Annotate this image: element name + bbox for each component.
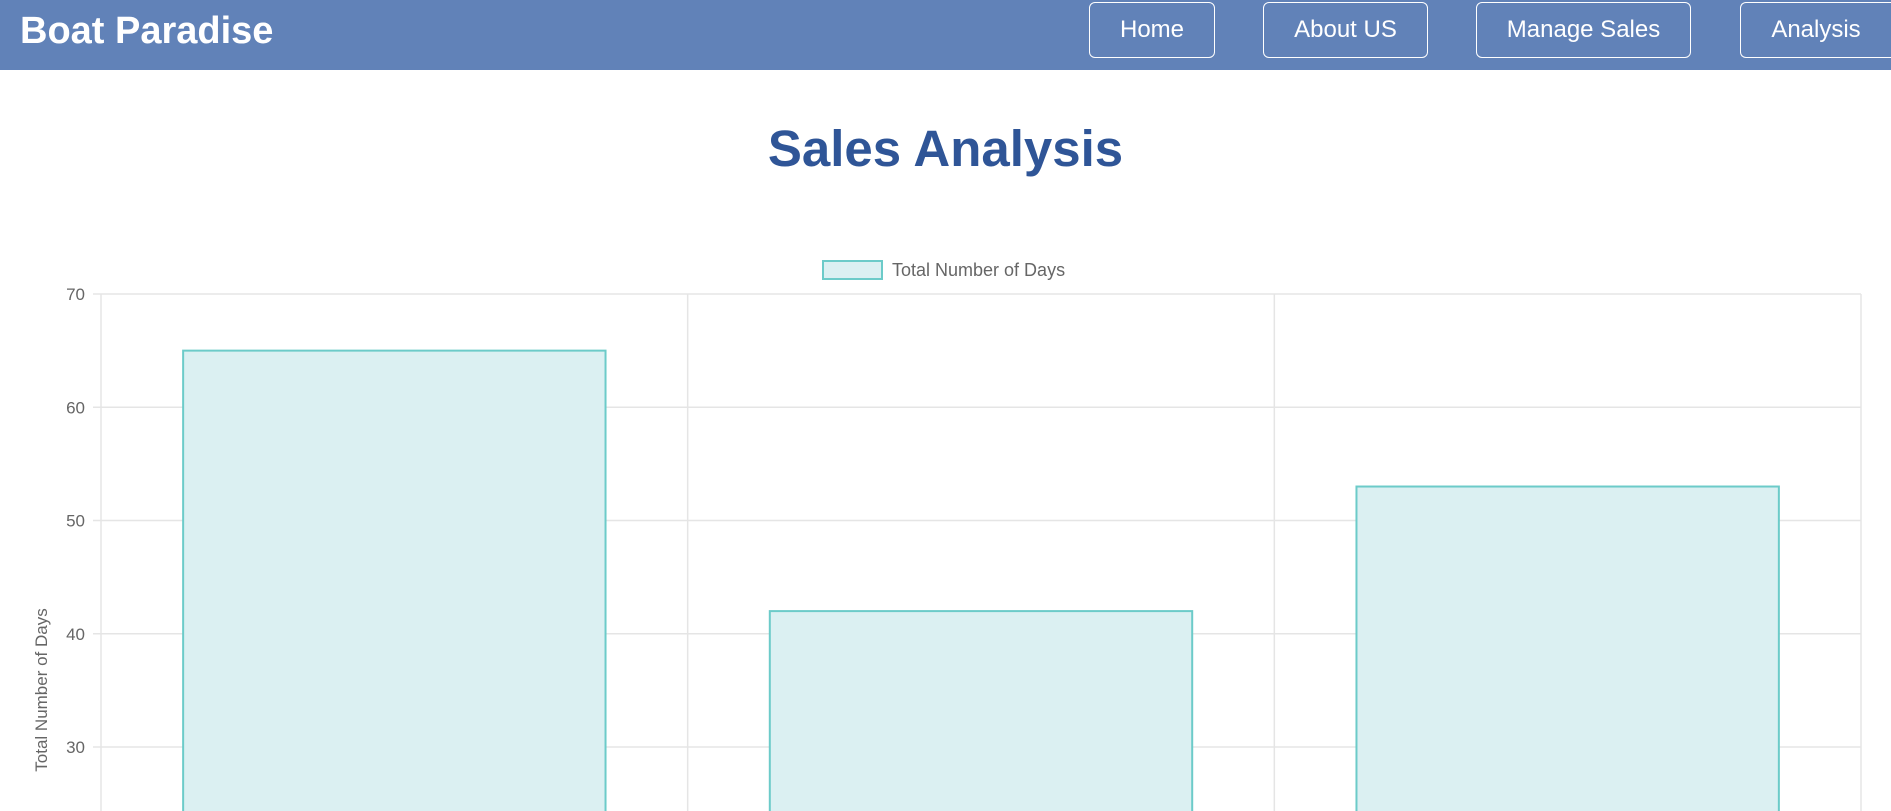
y-tick-label: 60 <box>66 398 85 417</box>
y-tick-label: 40 <box>66 625 85 644</box>
y-tick-label: 30 <box>66 738 85 757</box>
y-axis-title: Total Number of Days <box>32 608 51 771</box>
bar[interactable] <box>182 349 607 811</box>
bar[interactable] <box>1355 485 1780 811</box>
y-tick-label: 70 <box>66 285 85 304</box>
y-tick-label: 50 <box>66 512 85 531</box>
bar-chart: 70 60 50 40 30 Total Number of Days Total Nu… <box>32 260 1862 811</box>
legend-label: Total Number of Days <box>892 260 1065 280</box>
bar[interactable] <box>768 610 1194 811</box>
legend-swatch <box>822 260 883 280</box>
